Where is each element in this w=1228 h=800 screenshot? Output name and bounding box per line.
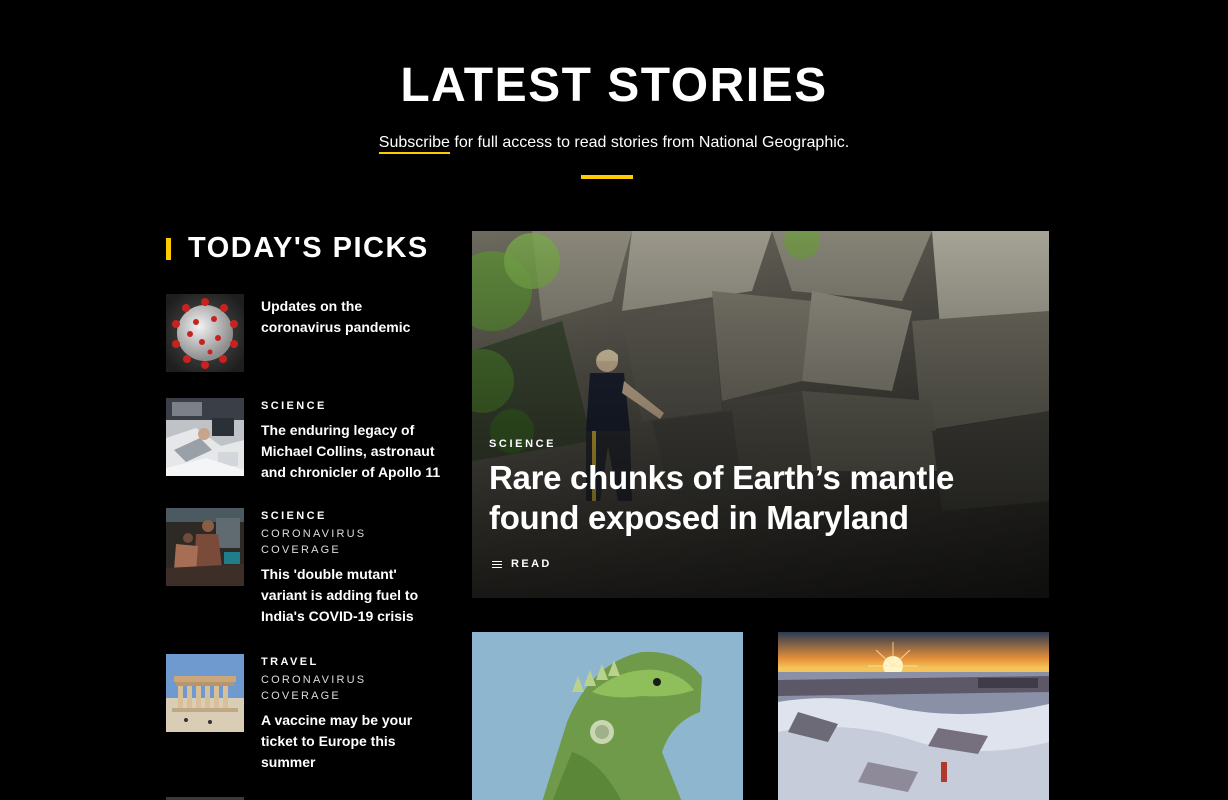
story-card[interactable]	[778, 632, 1049, 800]
pick-thumbnail[interactable]	[166, 508, 244, 586]
story-card[interactable]	[472, 632, 743, 800]
pick-subcategory[interactable]: CORONAVIRUS COVERAGE	[261, 672, 441, 704]
pick-thumbnail[interactable]	[166, 294, 244, 372]
section-title: TODAY'S PICKS	[188, 232, 429, 264]
story-card-image[interactable]	[778, 632, 1049, 800]
pick-category[interactable]: TRAVEL	[261, 654, 441, 670]
pick-headline[interactable]: Updates on the coronavirus pandemic	[261, 296, 441, 338]
pick-item[interactable]: Updates on the coronavirus pandemic	[166, 294, 441, 372]
read-label: READ	[511, 558, 552, 570]
pick-thumbnail[interactable]	[166, 398, 244, 476]
heading-accent-bar	[166, 237, 171, 260]
subscribe-link[interactable]: Subscribe	[378, 134, 450, 154]
pick-category[interactable]: SCIENCE	[261, 508, 441, 524]
todays-picks-heading: TODAY'S PICKS	[166, 232, 429, 265]
pick-headline[interactable]: A vaccine may be your ticket to Europe t…	[261, 710, 441, 773]
pick-category[interactable]: SCIENCE	[261, 398, 441, 414]
pick-item[interactable]: SCIENCE The enduring legacy of Michael C…	[166, 398, 441, 483]
pick-subcategory[interactable]: CORONAVIRUS COVERAGE	[261, 526, 441, 558]
subscribe-prompt: Subscribe for full access to read storie…	[0, 134, 1228, 154]
pick-item[interactable]: TRAVEL CORONAVIRUS COVERAGE A vaccine ma…	[166, 654, 441, 773]
featured-headline[interactable]: Rare chunks of Earth’s mantle found expo…	[489, 458, 1009, 538]
featured-story[interactable]: SCIENCE Rare chunks of Earth’s mantle fo…	[472, 231, 1049, 598]
article-lines-icon	[492, 559, 502, 570]
pick-headline[interactable]: This 'double mutant' variant is adding f…	[261, 564, 441, 627]
pick-item[interactable]: SCIENCE CORONAVIRUS COVERAGE This 'doubl…	[166, 508, 441, 627]
read-button[interactable]: READ	[489, 558, 1009, 570]
header-divider	[581, 175, 633, 179]
subscribe-text: for full access to read stories from Nat…	[449, 134, 850, 151]
featured-category[interactable]: SCIENCE	[489, 438, 1009, 450]
pick-headline[interactable]: The enduring legacy of Michael Collins, …	[261, 420, 441, 483]
page-title: LATEST STORIES	[400, 59, 828, 112]
story-card-image[interactable]	[472, 632, 743, 800]
pick-thumbnail[interactable]	[166, 654, 244, 732]
